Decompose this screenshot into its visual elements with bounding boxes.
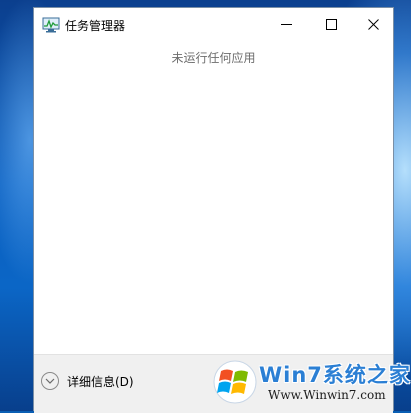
minimize-icon	[281, 24, 292, 25]
watermark-title: Win7系统之家	[259, 363, 411, 387]
windows-logo-icon	[212, 359, 258, 405]
chevron-down-icon	[41, 372, 59, 390]
close-button[interactable]	[351, 8, 396, 41]
no-apps-message: 未运行任何应用	[171, 51, 256, 65]
window-title: 任务管理器	[65, 19, 126, 33]
more-details-button[interactable]: 详细信息(D)	[41, 369, 134, 393]
maximize-button[interactable]	[309, 8, 354, 41]
task-manager-icon	[42, 17, 60, 33]
title-bar[interactable]: 任务管理器	[34, 8, 393, 41]
task-manager-window: 任务管理器 未运行任何应用 详细信息(D)	[33, 7, 394, 413]
close-icon	[368, 19, 379, 30]
watermark-url: Www.Winwin7.com	[268, 388, 386, 402]
watermark: Win7系统之家 Www.Winwin7.com	[212, 357, 411, 411]
more-details-label: 详细信息(D)	[67, 374, 134, 389]
maximize-icon	[326, 19, 337, 30]
minimize-button[interactable]	[264, 8, 309, 41]
